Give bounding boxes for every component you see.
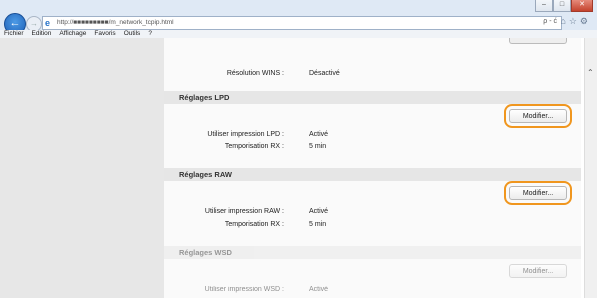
menu-outils[interactable]: Outils	[120, 30, 145, 38]
ie-icon: e	[45, 18, 51, 28]
window-controls: – □ ✕	[535, 0, 593, 14]
lpd-timeout-value: 5 min	[309, 143, 327, 150]
menu-fichier[interactable]: Fichier	[0, 30, 28, 38]
lpd-section-title: Réglages LPD	[164, 91, 581, 104]
wsd-section-title: Réglages WSD	[164, 246, 581, 259]
raw-use-value: Activé	[309, 208, 329, 215]
lpd-timeout-label: Temporisation RX :	[224, 143, 284, 150]
menu-bar: Fichier Edition Affichage Favoris Outils…	[0, 30, 597, 38]
close-icon[interactable]: ✕	[571, 0, 593, 12]
wsd-modify-button[interactable]: Modifier...	[509, 264, 567, 278]
scroll-up-icon[interactable]: ⌃	[587, 68, 594, 77]
browser-chrome: – □ ✕ ← → e http://■■■■■■■■■/m_network_t…	[0, 0, 597, 38]
raw-use-label: Utiliser impression RAW :	[204, 208, 284, 215]
raw-section-title: Réglages RAW	[164, 168, 581, 181]
vertical-scrollbar[interactable]: ⌃	[584, 38, 597, 298]
maximize-icon[interactable]: □	[553, 0, 571, 12]
menu-affichage[interactable]: Affichage	[55, 30, 90, 38]
toolbar-icons: ⌂☆⚙	[560, 16, 591, 27]
lpd-use-label: Utiliser impression LPD :	[207, 131, 284, 138]
wsd-use-label: Utiliser impression WSD :	[204, 286, 284, 293]
wins-value: Désactivé	[309, 70, 340, 77]
settings-gear-icon[interactable]: ⚙	[580, 16, 591, 26]
previous-modify-button[interactable]	[509, 38, 567, 44]
lpd-button-highlight	[504, 104, 572, 128]
home-icon[interactable]: ⌂	[560, 16, 568, 26]
menu-edition[interactable]: Edition	[28, 30, 56, 38]
wins-label: Résolution WINS :	[226, 70, 284, 77]
menu-favoris[interactable]: Favoris	[90, 30, 119, 38]
raw-timeout-value: 5 min	[309, 221, 327, 228]
wsd-use-value: Activé	[309, 286, 329, 293]
lpd-use-value: Activé	[309, 131, 329, 138]
favorites-star-icon[interactable]: ☆	[569, 16, 580, 26]
settings-content: Résolution WINS : Désactivé Réglages LPD…	[164, 38, 581, 298]
menu-help[interactable]: ?	[144, 30, 156, 38]
raw-button-highlight	[504, 181, 572, 205]
address-url: http://■■■■■■■■■/m_network_tcpip.html	[57, 19, 174, 26]
minimize-icon[interactable]: –	[535, 0, 553, 12]
search-refresh-icon[interactable]: ρ - ć	[543, 18, 557, 25]
raw-timeout-label: Temporisation RX :	[224, 221, 284, 228]
address-bar[interactable]: e http://■■■■■■■■■/m_network_tcpip.html …	[42, 16, 562, 30]
left-navigation-panel	[0, 38, 164, 298]
